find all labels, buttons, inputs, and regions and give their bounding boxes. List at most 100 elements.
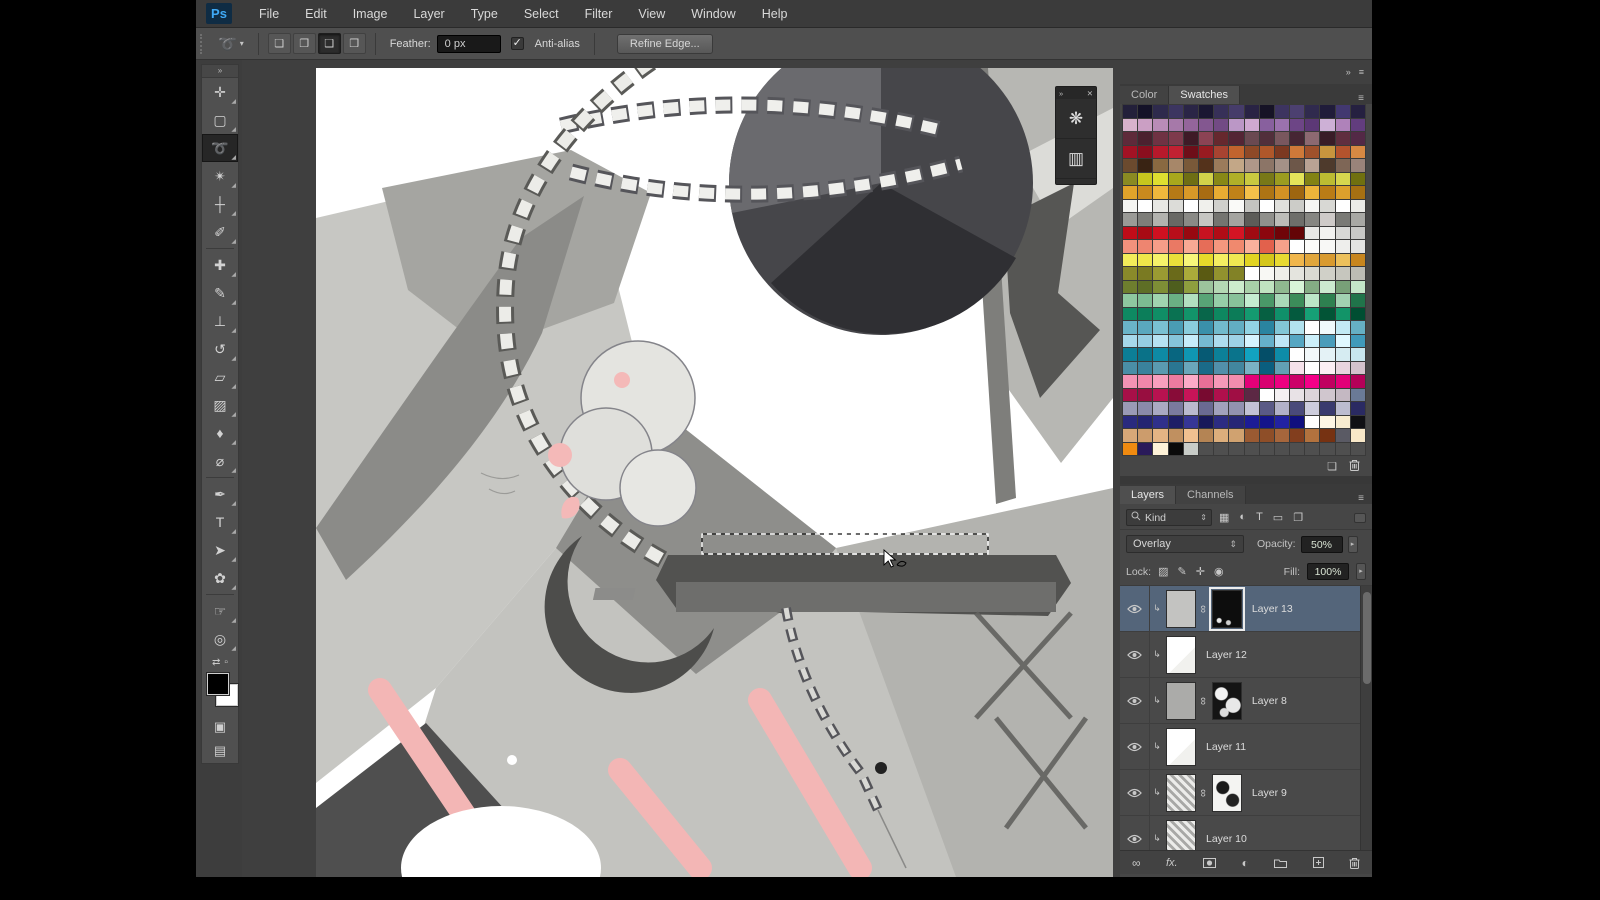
swatch[interactable] [1198,321,1214,334]
swatch[interactable] [1229,186,1244,199]
swatch[interactable] [1153,172,1168,185]
swatch[interactable] [1229,105,1244,118]
path-selection-tool[interactable]: ➤ ◢ [202,536,238,564]
swatch[interactable] [1305,105,1320,118]
eraser-tool[interactable]: ▱ ◢ [202,363,238,391]
swatch[interactable] [1229,240,1244,253]
swatch[interactable] [1183,213,1198,226]
swatch[interactable] [1198,105,1214,118]
layer-row[interactable]: ↳ ∞ Layer 8 [1120,678,1360,724]
swatch[interactable] [1153,118,1168,131]
swatch[interactable] [1214,267,1229,280]
swatch[interactable] [1350,280,1365,293]
swatch[interactable] [1229,118,1244,131]
swatch[interactable] [1274,132,1290,145]
swatch[interactable] [1350,361,1365,374]
swatch[interactable] [1214,159,1229,172]
swatch[interactable] [1168,105,1183,118]
swatch[interactable] [1274,186,1290,199]
intersect-selection-button[interactable]: ❒ [342,33,366,54]
swatch[interactable] [1335,253,1350,266]
menu-item-edit[interactable]: Edit [292,0,340,28]
swatch[interactable] [1290,402,1305,415]
swatch[interactable] [1244,415,1259,428]
layer-visibility-toggle[interactable] [1120,724,1150,769]
swatch[interactable] [1290,118,1305,131]
layer-visibility-toggle[interactable] [1120,678,1150,723]
swatch[interactable] [1290,213,1305,226]
swatch[interactable] [1335,145,1350,158]
swatch[interactable] [1168,213,1183,226]
swatch[interactable] [1244,145,1259,158]
swatch[interactable] [1305,429,1320,442]
swatch[interactable] [1290,240,1305,253]
menu-item-help[interactable]: Help [749,0,801,28]
swatch[interactable] [1153,294,1168,307]
swatch[interactable] [1183,280,1198,293]
swatch[interactable] [1183,118,1198,131]
swatch[interactable] [1244,159,1259,172]
menu-item-window[interactable]: Window [678,0,748,28]
swatch[interactable] [1290,388,1305,401]
swatch[interactable] [1123,226,1138,239]
swatch[interactable] [1320,402,1335,415]
swatch[interactable] [1168,402,1183,415]
swatch[interactable] [1274,280,1290,293]
swatch[interactable] [1168,348,1183,361]
swatch[interactable] [1138,429,1153,442]
swatch[interactable] [1183,240,1198,253]
swatch[interactable] [1259,307,1274,320]
magic-wand-tool[interactable]: ✴ ◢ [202,162,238,190]
swatch[interactable] [1123,375,1138,388]
swatch[interactable] [1183,294,1198,307]
swatch[interactable] [1229,280,1244,293]
swatch[interactable] [1244,402,1259,415]
swatch[interactable] [1123,172,1138,185]
brush-tool[interactable]: ✎ ◢ [202,279,238,307]
swatch[interactable] [1153,415,1168,428]
menu-item-filter[interactable]: Filter [572,0,626,28]
swatch[interactable] [1168,186,1183,199]
swatch[interactable] [1229,132,1244,145]
swatch[interactable] [1168,280,1183,293]
adjustments-panel-icon[interactable]: ❋ [1056,99,1096,139]
swatch[interactable] [1123,280,1138,293]
swatch[interactable] [1183,199,1198,212]
layer-filter-kind-select[interactable]: Kind ⇕ [1126,509,1212,526]
swatch[interactable] [1244,105,1259,118]
swatch[interactable] [1290,334,1305,347]
swatch[interactable] [1320,172,1335,185]
swatch[interactable] [1138,280,1153,293]
swatch[interactable] [1259,429,1274,442]
swatch[interactable] [1350,186,1365,199]
tab-channels[interactable]: Channels [1176,486,1246,504]
swatch[interactable] [1214,402,1229,415]
filter-pixel-layers-icon[interactable]: ▦ [1219,511,1229,524]
canvas-document[interactable] [316,68,1113,877]
swatch[interactable] [1335,375,1350,388]
swatch[interactable] [1214,307,1229,320]
tab-swatches[interactable]: Swatches [1169,86,1240,104]
swatch[interactable] [1244,132,1259,145]
swatch[interactable] [1229,172,1244,185]
swatch[interactable] [1153,361,1168,374]
swatch[interactable] [1244,253,1259,266]
swatch[interactable] [1290,199,1305,212]
swatch[interactable] [1198,132,1214,145]
swatch[interactable] [1259,375,1274,388]
swatch[interactable] [1123,307,1138,320]
swatch[interactable] [1198,280,1214,293]
swatch[interactable] [1305,294,1320,307]
swatch[interactable] [1138,334,1153,347]
swatch[interactable] [1123,415,1138,428]
swatch[interactable] [1290,415,1305,428]
swatch[interactable] [1183,226,1198,239]
swatch[interactable] [1335,118,1350,131]
swatch[interactable] [1138,361,1153,374]
swatch[interactable] [1153,348,1168,361]
swatch[interactable] [1168,159,1183,172]
swatch[interactable] [1138,105,1153,118]
swatch[interactable] [1123,294,1138,307]
swatch[interactable] [1123,132,1138,145]
swatch[interactable] [1290,145,1305,158]
